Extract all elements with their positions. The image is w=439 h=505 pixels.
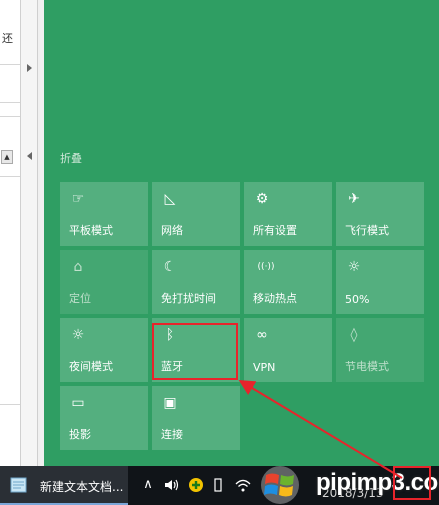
notification-highlight-box: [393, 466, 431, 500]
bluetooth-highlight-box: [152, 323, 238, 380]
annotation-arrow: [238, 379, 403, 479]
annotation-layer: [238, 379, 403, 479]
